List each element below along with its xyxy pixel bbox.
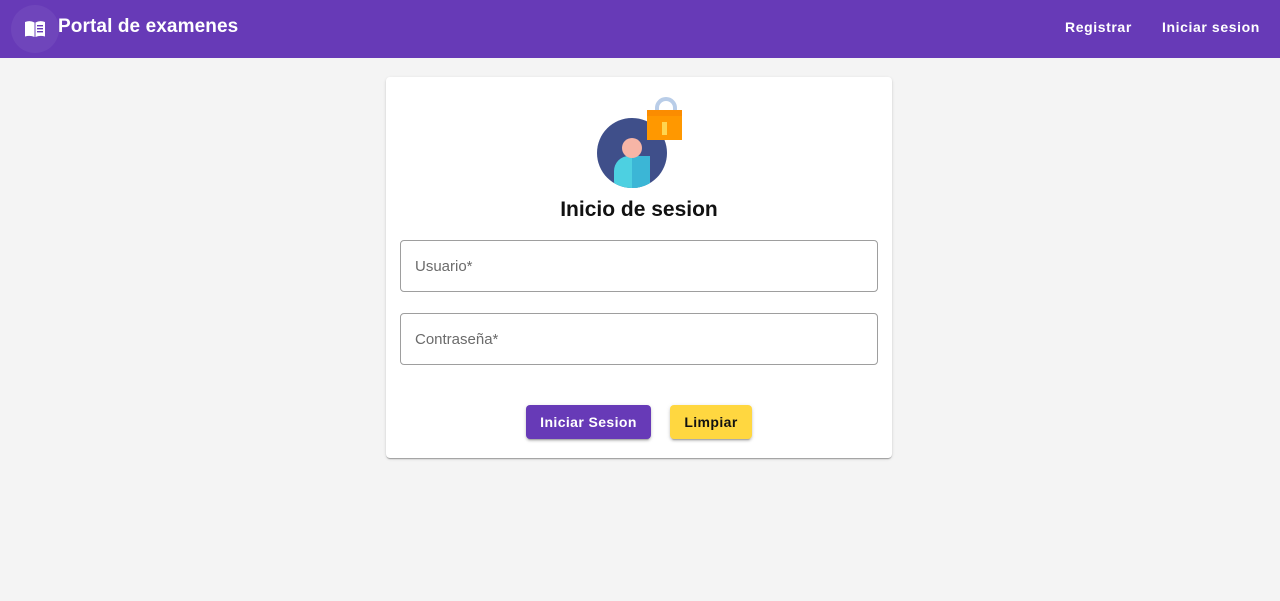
login-title: Inicio de sesion [560,198,718,221]
username-input[interactable] [401,241,877,291]
user-lock-icon [595,94,685,189]
login-card: Inicio de sesion Iniciar Sesion Limpiar [386,77,892,458]
register-link[interactable]: Registrar [1065,19,1132,35]
password-field[interactable] [400,313,878,365]
top-toolbar: Portal de examenes Registrar Iniciar ses… [0,0,1280,58]
app-title: Portal de examenes [58,16,239,37]
menu-book-icon[interactable] [11,5,59,53]
login-button[interactable]: Iniciar Sesion [526,405,651,439]
clear-button[interactable]: Limpiar [670,405,752,439]
login-link[interactable]: Iniciar sesion [1162,19,1260,35]
username-field[interactable] [400,240,878,292]
password-input[interactable] [401,314,877,364]
